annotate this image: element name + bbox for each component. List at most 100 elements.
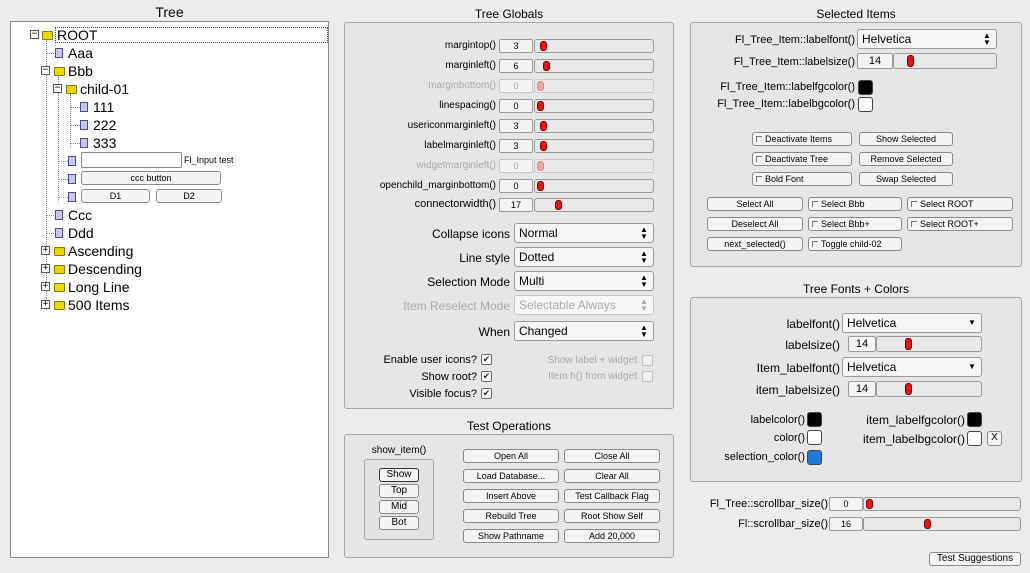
show-pathname-button[interactable]: Show Pathname (463, 529, 559, 543)
visible-focus-checkbox[interactable]: ✔ (481, 388, 492, 399)
item-labelfgcolor-swatch[interactable] (858, 80, 873, 95)
expand-icon[interactable]: + (41, 264, 50, 273)
rebuild-tree-button[interactable]: Rebuild Tree (463, 509, 559, 523)
collapse-icon[interactable]: − (41, 66, 50, 75)
usericonmarginleft-slider[interactable] (534, 119, 654, 133)
tree-item-long-line[interactable]: Long Line (68, 279, 130, 295)
show-selected-button[interactable]: Show Selected (859, 132, 953, 146)
show-item-bot-button[interactable]: Bot (379, 516, 419, 530)
labelmarginleft-value[interactable]: 3 (499, 139, 533, 153)
add-20000-button[interactable]: Add 20,000 (564, 529, 660, 543)
tree-item-500-items[interactable]: 500 Items (68, 297, 129, 313)
select-root-toggle[interactable]: Select ROOT (907, 197, 1013, 211)
labelsize-value[interactable]: 14 (848, 336, 876, 352)
margintop-slider[interactable] (534, 39, 654, 53)
show-item-mid-button[interactable]: Mid (379, 500, 419, 514)
bold-font-toggle[interactable]: Bold Font (752, 172, 852, 186)
tree-scrollbar-size-value[interactable]: 0 (829, 497, 863, 511)
test-callback-flag-button[interactable]: Test Callback Flag (564, 489, 660, 503)
linespacing-value[interactable]: 0 (499, 99, 533, 113)
marginleft-value[interactable]: 6 (499, 59, 533, 73)
tree-item-root[interactable]: ROOT (55, 27, 328, 43)
tree-item-ddd[interactable]: Ddd (68, 225, 94, 241)
item-labelfgcolor-global-swatch[interactable] (967, 412, 982, 427)
tree-item-aaa[interactable]: Aaa (68, 45, 93, 61)
openchild-marginbottom-slider[interactable] (534, 179, 654, 193)
slider-knob[interactable] (537, 181, 544, 191)
select-bbb-plus-toggle[interactable]: Select Bbb+ (808, 217, 902, 231)
d2-button[interactable]: D2 (156, 189, 222, 203)
marginleft-slider[interactable] (534, 59, 654, 73)
collapse-icon[interactable]: − (30, 30, 39, 39)
collapse-icons-choice[interactable]: Normal ▲ ▼ (514, 223, 654, 243)
tree-item-bbb[interactable]: Bbb (68, 63, 93, 79)
margintop-value[interactable]: 3 (499, 39, 533, 53)
openchild-marginbottom-value[interactable]: 0 (499, 179, 533, 193)
tree-item-333[interactable]: 333 (93, 135, 116, 151)
enable-user-icons-checkbox[interactable]: ✔ (481, 354, 492, 365)
open-all-button[interactable]: Open All (463, 449, 559, 463)
item-labelfont-global-choice[interactable]: Helvetica ▼ (842, 357, 982, 377)
show-item-top-button[interactable]: Top (379, 484, 419, 498)
item-labelbgcolor-swatch[interactable] (858, 97, 873, 112)
ccc-button[interactable]: ccc button (81, 171, 221, 185)
show-root-checkbox[interactable]: ✔ (481, 371, 492, 382)
select-root-plus-toggle[interactable]: Select ROOT+ (907, 217, 1013, 231)
connectorwidth-slider[interactable] (534, 198, 654, 212)
expand-icon[interactable]: + (41, 246, 50, 255)
tree-item-descending[interactable]: Descending (68, 261, 142, 277)
slider-knob[interactable] (866, 499, 873, 509)
usericonmarginleft-value[interactable]: 3 (499, 119, 533, 133)
fl-scrollbar-size-slider[interactable] (863, 517, 1021, 531)
select-bbb-toggle[interactable]: Select Bbb (808, 197, 902, 211)
clear-all-button[interactable]: Clear All (564, 469, 660, 483)
labelfont-choice[interactable]: Helvetica ▼ (842, 313, 982, 333)
linespacing-slider[interactable] (534, 99, 654, 113)
test-suggestions-button[interactable]: Test Suggestions (929, 552, 1021, 566)
connectorwidth-value[interactable]: 17 (499, 198, 533, 212)
slider-knob[interactable] (906, 55, 914, 67)
insert-above-button[interactable]: Insert Above (463, 489, 559, 503)
item-labelbgcolor-global-swatch[interactable] (967, 431, 982, 446)
item-labelsize-global-value[interactable]: 14 (848, 381, 876, 397)
deselect-all-button[interactable]: Deselect All (707, 217, 803, 231)
tree-item-111[interactable]: 111 (93, 99, 114, 115)
expand-icon[interactable]: + (41, 282, 50, 291)
next-selected-button[interactable]: next_selected() (707, 237, 803, 251)
slider-knob[interactable] (540, 141, 548, 151)
swap-selected-button[interactable]: Swap Selected (859, 172, 953, 186)
item-labelsize-value[interactable]: 14 (857, 53, 893, 69)
line-style-choice[interactable]: Dotted ▲ ▼ (514, 247, 654, 267)
root-show-self-button[interactable]: Root Show Self (564, 509, 660, 523)
tree-item-222[interactable]: 222 (93, 117, 116, 133)
slider-knob[interactable] (537, 101, 544, 111)
slider-knob[interactable] (924, 519, 931, 529)
remove-selected-button[interactable]: Remove Selected (859, 152, 953, 166)
labelmarginleft-slider[interactable] (534, 139, 654, 153)
slider-knob[interactable] (555, 200, 563, 210)
when-choice[interactable]: Changed ▲ ▼ (514, 321, 654, 341)
show-item-show-button[interactable]: Show (379, 468, 419, 482)
d1-button[interactable]: D1 (81, 189, 150, 203)
load-database-button[interactable]: Load Database... (463, 469, 559, 483)
tree-item-child-01[interactable]: child-01 (80, 81, 129, 97)
toggle-child-02-toggle[interactable]: Toggle child-02 (808, 237, 902, 251)
expand-icon[interactable]: + (41, 300, 50, 309)
slider-knob[interactable] (540, 41, 548, 51)
tree-view[interactable]: − ROOT Aaa − Bbb − child-01 111 222 333 … (10, 21, 329, 558)
close-all-button[interactable]: Close All (564, 449, 660, 463)
item-labelsize-slider[interactable] (893, 53, 997, 69)
labelcolor-swatch[interactable] (807, 412, 822, 427)
tree-item-ccc[interactable]: Ccc (68, 207, 92, 223)
selection-color-swatch[interactable] (807, 450, 822, 465)
item-labelsize-global-slider[interactable] (876, 381, 982, 397)
collapse-icon[interactable]: − (53, 84, 62, 93)
item-labelfont-choice[interactable]: Helvetica ▲ ▼ (857, 29, 997, 49)
slider-knob[interactable] (905, 383, 913, 395)
tree-item-ascending[interactable]: Ascending (68, 243, 133, 259)
color-swatch[interactable] (807, 430, 822, 445)
selection-mode-choice[interactable]: Multi ▲ ▼ (514, 271, 654, 291)
slider-knob[interactable] (543, 61, 551, 71)
deactivate-tree-toggle[interactable]: Deactivate Tree (752, 152, 852, 166)
fl-input-test-field[interactable] (81, 152, 182, 168)
